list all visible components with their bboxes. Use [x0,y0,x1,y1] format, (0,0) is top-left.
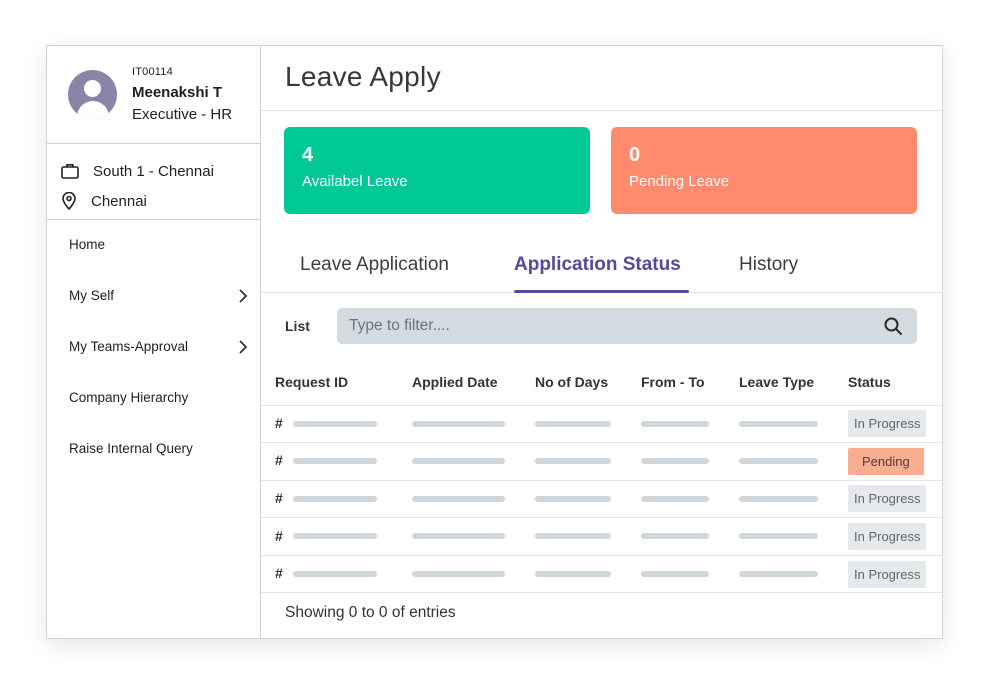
placeholder-bar [535,495,611,502]
placeholder-bar [739,420,818,427]
sidebar-item-label: Raise Internal Query [69,441,193,456]
employee-id: IT00114 [132,66,173,78]
placeholder-bar [641,458,709,465]
status-badge: In Progress [848,485,927,513]
placeholder-bar [535,570,611,577]
placeholder-bar [641,533,709,540]
location-section: South 1 - Chennai Chennai [47,144,260,220]
search-icon[interactable] [884,317,903,336]
tab-history[interactable]: History [739,254,798,276]
tab-bar: Leave Application Application Status His… [261,214,942,293]
pending-leave-label: Pending Leave [629,173,730,190]
request-id: # [275,565,283,582]
pending-leave-card: 0 Pending Leave [611,127,917,214]
placeholder-bar [292,570,377,577]
placeholder-bar [412,458,505,465]
column-header-status[interactable]: Status [834,359,942,406]
pending-leave-count: 0 [629,144,641,166]
entries-info: Showing 0 to 0 of entries [285,604,456,621]
briefcase-icon [61,164,79,179]
sidebar-item-home[interactable]: Home [47,234,260,285]
sidebar-item-raise-internal-query[interactable]: Raise Internal Query [47,438,260,489]
placeholder-bar [739,458,818,465]
filter-box [337,308,917,344]
active-tab-indicator [514,290,689,293]
available-leave-label: Availabel Leave [302,173,408,190]
city-row: Chennai [61,186,260,216]
map-pin-icon [62,192,76,210]
request-id: # [275,452,283,469]
status-badge: Pending [848,447,924,475]
sidebar-item-label: My Teams-Approval [69,339,189,354]
branch-row: South 1 - Chennai [61,156,260,186]
placeholder-bar [641,495,709,502]
available-leave-count: 4 [302,144,314,166]
chevron-right-icon [239,340,248,354]
placeholder-bar [739,495,818,502]
employee-role: Executive - HR [132,106,233,123]
placeholder-bar [739,570,818,577]
sidebar-item-my-teams-approval[interactable]: My Teams-Approval [47,336,260,387]
sidebar-item-label: Home [69,237,106,252]
placeholder-bar [292,458,377,465]
placeholder-bar [412,420,505,427]
column-header-no-of-days[interactable]: No of Days [521,359,627,406]
app-window: IT00114 Meenakshi T Executive - HR South… [46,45,943,639]
status-badge: In Progress [848,560,927,588]
request-id: # [275,414,283,431]
placeholder-bar [641,570,709,577]
placeholder-bar [535,458,611,465]
filter-input[interactable] [349,317,829,335]
application-status-table: Request ID Applied Date No of Days From … [261,359,942,594]
user-avatar-icon [68,70,117,119]
city-label: Chennai [91,192,147,210]
list-label: List [285,318,310,334]
sidebar-item-label: Company Hierarchy [69,390,189,405]
tab-leave-application[interactable]: Leave Application [300,254,449,276]
placeholder-bar [641,420,709,427]
employee-name: Meenakshi T [132,84,223,101]
available-leave-card: 4 Availabel Leave [284,127,590,214]
placeholder-bar [412,495,505,502]
request-id: # [275,489,283,506]
placeholder-bar [739,533,818,540]
table-row[interactable]: # Pending [261,442,942,481]
column-header-leave-type[interactable]: Leave Type [725,359,834,406]
branch-label: South 1 - Chennai [93,162,214,180]
table-row[interactable]: # In Progress [261,555,942,594]
sidebar-item-label: My Self [69,288,115,303]
placeholder-bar [535,420,611,427]
placeholder-bar [292,533,377,540]
placeholder-bar [412,570,505,577]
table-header-row: Request ID Applied Date No of Days From … [261,359,942,406]
summary-cards: 4 Availabel Leave 0 Pending Leave [261,111,942,214]
chevron-right-icon [239,289,248,303]
sidebar: IT00114 Meenakshi T Executive - HR South… [47,46,261,638]
table-row[interactable]: # In Progress [261,517,942,556]
page-title: Leave Apply [285,61,441,92]
table-row[interactable]: # In Progress [261,405,942,444]
table-row[interactable]: # In Progress [261,480,942,519]
page-header: Leave Apply [261,46,942,111]
placeholder-bar [535,533,611,540]
column-header-from-to[interactable]: From - To [627,359,725,406]
placeholder-bar [292,420,377,427]
sidebar-nav: Home My Self My Teams-Approval Company H… [47,220,260,489]
profile-section: IT00114 Meenakshi T Executive - HR [47,46,260,144]
placeholder-bar [412,533,505,540]
status-badge: In Progress [848,523,927,551]
main-content: Leave Apply 4 Availabel Leave 0 Pending … [261,46,942,638]
sidebar-item-my-self[interactable]: My Self [47,285,260,336]
placeholder-bar [292,495,377,502]
column-header-applied-date[interactable]: Applied Date [398,359,521,406]
column-header-request-id[interactable]: Request ID [261,359,398,406]
sidebar-item-company-hierarchy[interactable]: Company Hierarchy [47,387,260,438]
tab-application-status[interactable]: Application Status [514,254,681,276]
request-id: # [275,527,283,544]
status-badge: In Progress [848,410,927,438]
filter-row: List [261,293,942,359]
